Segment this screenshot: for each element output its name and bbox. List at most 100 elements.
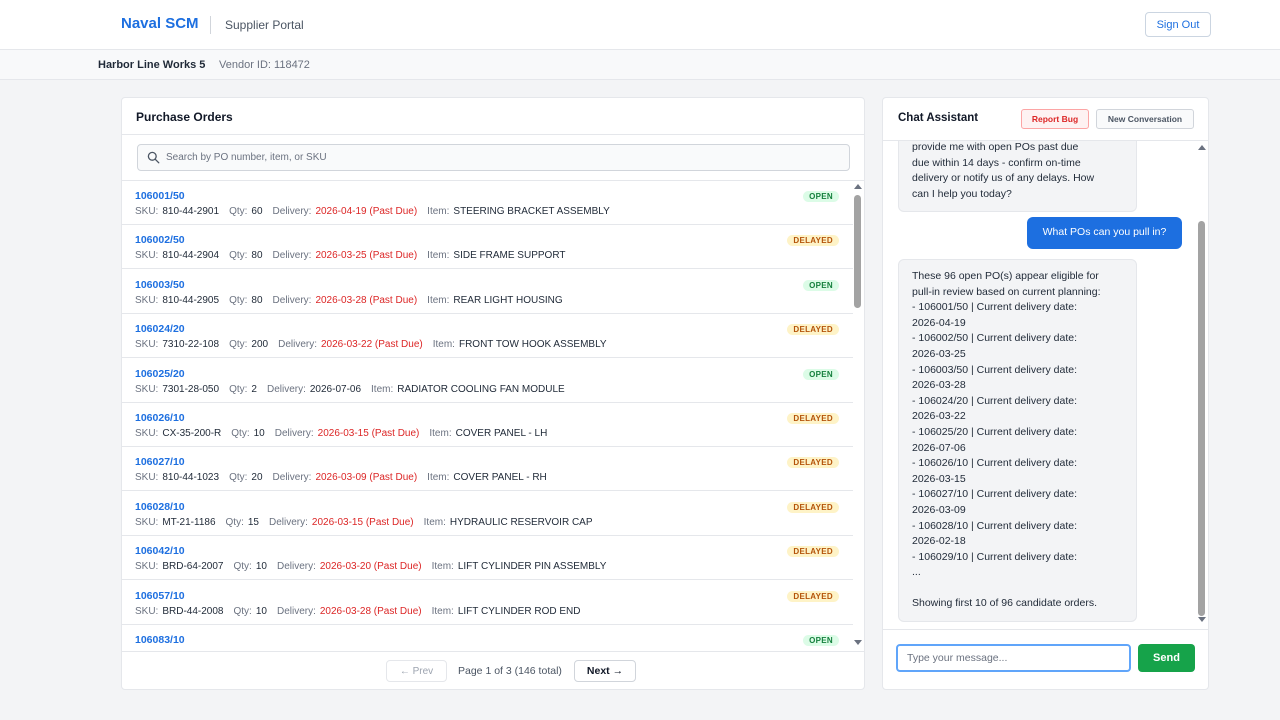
item-label: Item: [429, 428, 452, 439]
next-page-button[interactable]: Next → [574, 660, 636, 682]
qty-label: Qty: [229, 472, 248, 484]
delivery-label: Delivery: [272, 294, 312, 306]
delivery-label: Delivery: [272, 250, 312, 262]
chat-messages: provide me with open POs past due due wi… [883, 141, 1208, 629]
scroll-down-icon[interactable] [1198, 617, 1206, 622]
status-badge: DELAYED [787, 590, 839, 602]
po-details: SKU: 810-44-2901 Qty: 60 Delivery: 2026-04-19… [135, 206, 610, 217]
qty-label: Qty: [233, 605, 252, 617]
order-list-scrollbar[interactable] [852, 180, 863, 652]
delivery-date: 2026-04-19 (Past Due) [315, 206, 418, 217]
scroll-up-icon[interactable] [854, 184, 862, 189]
delivery-label: Delivery: [266, 383, 306, 395]
qty-value: 10 [253, 428, 265, 439]
scrollbar-thumb[interactable] [1198, 221, 1205, 616]
user-message: What POs can you pull in? [1027, 217, 1182, 249]
po-number-link[interactable]: 106027/10 [135, 456, 185, 468]
item-label: Item: [432, 339, 455, 351]
po-row[interactable]: 106028/10 DELAYED SKU: MT-21-1186 Qty: 15 Deli… [122, 492, 853, 536]
item-label: Item: [431, 605, 454, 617]
po-row[interactable]: 106024/20 DELAYED SKU: 7310-22-108 Qty: 200 De… [122, 314, 853, 359]
brand-logo[interactable]: Naval SCM [121, 15, 199, 32]
qty-label: Qty: [229, 339, 248, 351]
item-name: COVER PANEL - RH [453, 472, 547, 484]
qty-value: 10 [255, 561, 267, 573]
assistant-message: These 96 open PO(s) appear eligible for … [898, 259, 1137, 623]
divider [122, 134, 864, 135]
message-input[interactable] [896, 644, 1131, 672]
sign-out-button[interactable]: Sign Out [1145, 12, 1211, 37]
sku-value: MT-21-1186 [162, 516, 216, 528]
po-number-link[interactable]: 106002/50 [135, 234, 185, 246]
sku-label: SKU: [135, 206, 159, 217]
po-details: SKU: CX-35-200-R Qty: 10 Delivery: 2026-03-15… [135, 428, 547, 439]
new-conversation-button[interactable]: New Conversation [1096, 109, 1194, 129]
scroll-down-icon[interactable] [854, 640, 862, 645]
po-number-link[interactable]: 106057/10 [135, 590, 185, 602]
sku-label: SKU: [135, 339, 159, 351]
delivery-date: 2026-07-06 [309, 383, 362, 395]
po-number-link[interactable]: 106003/50 [135, 279, 185, 291]
po-number-link[interactable]: 106083/10 [135, 634, 185, 646]
delivery-label: Delivery: [269, 516, 308, 528]
qty-value: 200 [251, 339, 269, 351]
delivery-date: 2026-03-28 (Past Due) [315, 294, 418, 306]
prev-page-button[interactable]: ← Prev [386, 660, 447, 682]
po-row[interactable]: 106026/10 DELAYED SKU: CX-35-200-R Qty: 10 Del… [122, 403, 853, 447]
sku-value: BRD-64-2007 [162, 561, 224, 573]
qty-label: Qty: [225, 516, 244, 528]
qty-value: 80 [251, 250, 263, 262]
status-badge: DELAYED [787, 413, 839, 424]
po-row[interactable]: 106042/10 DELAYED SKU: BRD-64-2007 Qty: 10 Del… [122, 536, 853, 581]
status-badge: OPEN [803, 368, 839, 380]
po-row[interactable]: 106002/50 DELAYED SKU: 810-44-2904 Qty: 80 Del… [122, 225, 853, 270]
po-number-link[interactable]: 106025/20 [135, 368, 185, 380]
chat-scrollbar[interactable] [1196, 141, 1207, 629]
po-number-link[interactable]: 106042/10 [135, 545, 185, 557]
po-row[interactable]: 106025/20 OPEN SKU: 7301-28-050 Qty: 2 Deliver… [122, 359, 853, 403]
po-details: SKU: BRD-44-2008 Qty: 10 Delivery: 2026-03-28… [135, 606, 580, 617]
po-number-link[interactable]: 106024/20 [135, 323, 185, 335]
search-box[interactable] [137, 144, 850, 171]
assistant-message: provide me with open POs past due due wi… [898, 141, 1137, 213]
item-label: Item: [423, 516, 446, 528]
purchase-order-list: 106001/50 OPEN SKU: 810-44-2901 Qty: 60 Delive… [122, 181, 853, 651]
delivery-date: 2026-03-15 (Past Due) [317, 428, 420, 439]
status-badge: DELAYED [787, 501, 839, 513]
scroll-up-icon[interactable] [1198, 145, 1206, 150]
chat-assistant-panel: Chat Assistant Report Bug New Conversati… [882, 97, 1209, 690]
delivery-label: Delivery: [272, 472, 312, 484]
po-row[interactable]: 106001/50 OPEN SKU: 810-44-2901 Qty: 60 Delive… [122, 181, 853, 225]
sku-value: BRD-44-2008 [162, 605, 224, 617]
delivery-date: 2026-03-25 (Past Due) [315, 250, 418, 262]
po-row[interactable]: 106083/10 OPEN [122, 625, 853, 651]
search-input[interactable] [166, 145, 846, 170]
po-number-link[interactable]: 106026/10 [135, 412, 185, 424]
po-row[interactable]: 106057/10 DELAYED SKU: BRD-44-2008 Qty: 10 Del… [122, 581, 853, 625]
vendor-bar: Harbor Line Works 5 Vendor ID: 118472 [0, 50, 1280, 80]
qty-value: 2 [251, 383, 257, 395]
qty-label: Qty: [233, 561, 252, 573]
sku-label: SKU: [135, 383, 159, 395]
delivery-label: Delivery: [276, 605, 316, 617]
po-details: SKU: 810-44-1023 Qty: 20 Delivery: 2026-03-09… [135, 472, 547, 483]
sku-label: SKU: [135, 472, 159, 484]
sku-label: SKU: [135, 561, 159, 573]
status-badge: DELAYED [787, 235, 839, 247]
item-name: STEERING BRACKET ASSEMBLY [453, 206, 610, 217]
qty-label: Qty: [229, 383, 248, 395]
sku-value: 810-44-2905 [162, 294, 220, 306]
send-button[interactable]: Send [1138, 644, 1195, 672]
status-badge: OPEN [803, 635, 839, 646]
po-number-link[interactable]: 106028/10 [135, 501, 185, 513]
sku-value: 7301-28-050 [162, 383, 220, 395]
po-row[interactable]: 106027/10 DELAYED SKU: 810-44-1023 Qty: 20 Del… [122, 447, 853, 492]
po-row[interactable]: 106003/50 OPEN SKU: 810-44-2905 Qty: 80 Delive… [122, 270, 853, 314]
po-number-link[interactable]: 106001/50 [135, 190, 185, 202]
delivery-label: Delivery: [276, 561, 316, 573]
scrollbar-thumb[interactable] [854, 195, 861, 308]
delivery-date: 2026-03-22 (Past Due) [321, 339, 423, 351]
report-bug-button[interactable]: Report Bug [1021, 109, 1089, 129]
delivery-label: Delivery: [278, 339, 317, 351]
item-name: FRONT TOW HOOK ASSEMBLY [458, 339, 607, 351]
